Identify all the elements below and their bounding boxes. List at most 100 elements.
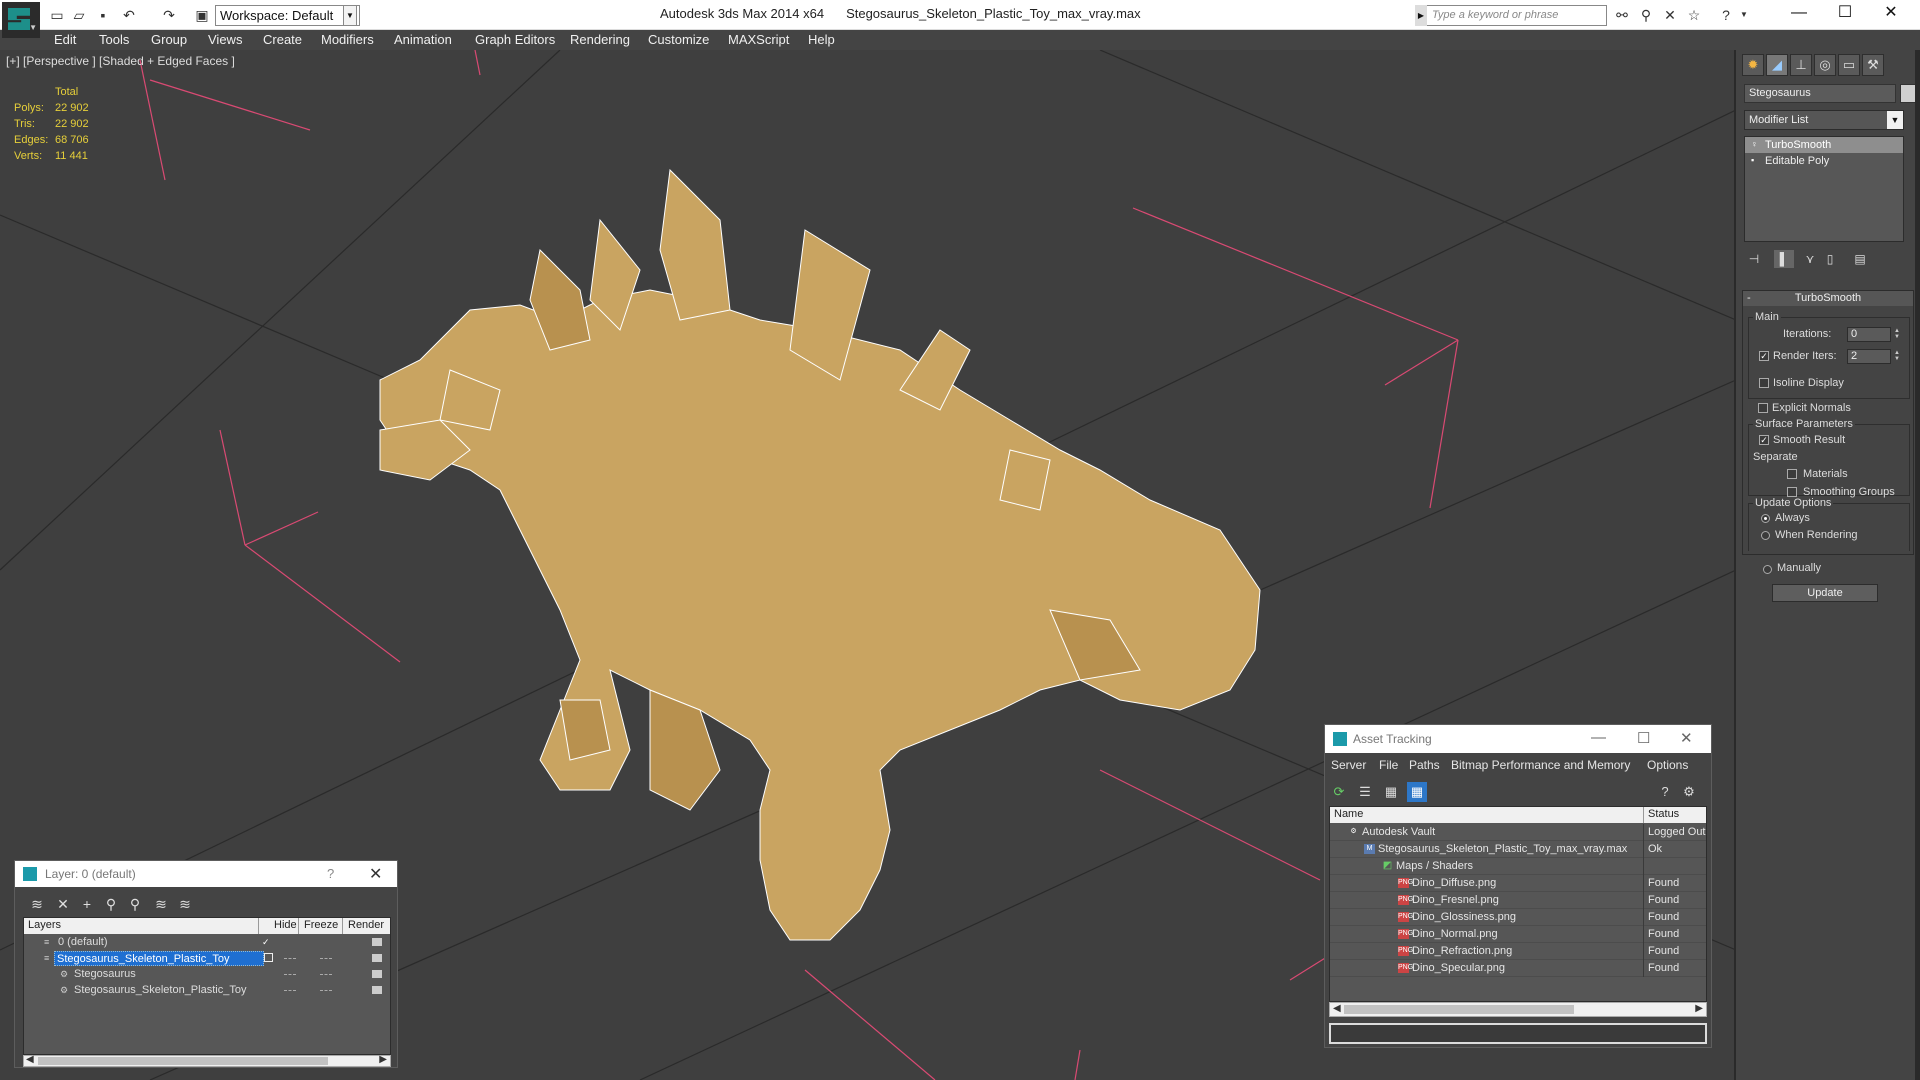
asset-row[interactable]: ◩ Maps / Shaders [1330,858,1706,875]
show-end-result-icon[interactable]: ▌ [1774,250,1794,268]
render-icon[interactable] [372,970,382,978]
favorites-icon[interactable]: ☆ [1684,6,1704,24]
app-logo-button[interactable]: ▼ [2,2,40,38]
asset-menu-paths[interactable]: Paths [1409,758,1440,772]
help-icon[interactable]: ? [1655,782,1675,802]
refresh-icon[interactable]: ⟳ [1329,782,1349,802]
asset-status-field[interactable] [1329,1023,1707,1044]
explicit-normals-checkbox[interactable] [1758,403,1768,413]
menu-create[interactable]: Create [263,32,302,47]
render-iters-checkbox[interactable]: ✓ [1759,351,1769,361]
stegosaurus-model[interactable] [379,168,1261,941]
close-button[interactable]: ✕ [1680,729,1693,747]
render-icon[interactable] [372,938,382,946]
scroll-left-icon[interactable]: ◀ [26,1054,34,1065]
table-view-icon[interactable]: ▦ [1407,782,1427,802]
open-file-icon[interactable]: ▱ [70,6,88,24]
hide-toggle[interactable] [284,974,296,975]
checkmark-icon[interactable]: ✓ [262,937,272,947]
column-name[interactable]: Name [1334,808,1363,820]
menu-help[interactable]: Help [808,32,835,47]
workspace-menu-button[interactable]: ▼ [343,5,357,26]
lightbulb-icon[interactable]: ♀ [1751,139,1761,149]
subscription-icon[interactable]: ⚲ [1636,6,1656,24]
layers-icon[interactable]: ≋ [27,894,47,914]
hierarchy-tab-icon[interactable]: ⊥ [1790,54,1812,76]
help-dropdown-icon[interactable]: ▼ [1734,6,1754,24]
select-objects-icon[interactable]: ⚲ [101,894,121,914]
maximize-button[interactable]: ☐ [1822,0,1868,28]
undo-icon[interactable]: ↶ [120,6,138,24]
save-icon[interactable]: ▪ [94,6,112,24]
redo-icon[interactable]: ↷ [160,6,178,24]
column-render[interactable]: Render [348,919,384,931]
menu-maxscript[interactable]: MAXScript [728,32,789,47]
always-radio[interactable] [1761,514,1770,523]
expand-icon[interactable]: ▪ [1751,155,1761,165]
menu-graph-editors[interactable]: Graph Editors [475,32,555,47]
modifier-list-dropdown[interactable]: Modifier List ▼ [1744,110,1904,130]
search-input[interactable]: Type a keyword or phrase [1415,5,1607,26]
communication-icon[interactable]: ✕ [1660,6,1680,24]
command-panel-scrollbar[interactable] [1915,50,1920,1080]
asset-row[interactable]: PNG Dino_Diffuse.png Found [1330,875,1706,892]
asset-row[interactable]: PNG Dino_Specular.png Found [1330,960,1706,977]
spinner-arrows-icon[interactable]: ▲ ▼ [1892,350,1902,363]
menu-animation[interactable]: Animation [394,32,452,47]
isoline-display-checkbox[interactable] [1759,378,1769,388]
render-icon[interactable] [372,986,382,994]
freeze-toggle[interactable] [320,958,332,959]
scroll-left-icon[interactable]: ◀ [1333,1003,1341,1014]
smoothing-groups-checkbox[interactable] [1787,487,1797,497]
configure-sets-icon[interactable]: ▤ [1850,250,1870,268]
delete-layer-icon[interactable]: ✕ [53,894,73,914]
freeze-all-icon[interactable]: ≋ [175,894,195,914]
asset-dialog-titlebar[interactable]: Asset Tracking — ☐ ✕ [1325,725,1711,753]
workspace-select[interactable]: Workspace: Default ▼ [215,5,360,26]
menu-group[interactable]: Group [151,32,187,47]
menu-tools[interactable]: Tools [99,32,129,47]
smooth-result-checkbox[interactable]: ✓ [1759,435,1769,445]
column-layers[interactable]: Layers [28,919,61,931]
asset-menu-options[interactable]: Options [1647,758,1688,772]
render-icon[interactable] [372,954,382,962]
freeze-toggle[interactable] [320,974,332,975]
layer-horizontal-scrollbar[interactable]: ◀ ▶ [23,1054,391,1067]
viewport-label[interactable]: [+] [Perspective ] [Shaded + Edged Faces… [6,54,235,68]
create-tab-icon[interactable]: ✹ [1742,54,1764,76]
modify-tab-icon[interactable]: ◢ [1766,54,1788,76]
object-name-field[interactable]: Stegosaurus [1744,84,1896,103]
list-view-icon[interactable]: ☰ [1355,782,1375,802]
column-freeze[interactable]: Freeze [304,919,338,931]
asset-row[interactable]: PNG Dino_Glossiness.png Found [1330,909,1706,926]
asset-row[interactable]: ⚙ Autodesk Vault Logged Out [1330,824,1706,841]
menu-views[interactable]: Views [208,32,242,47]
layer-dialog-titlebar[interactable]: Layer: 0 (default) ? ✕ [15,861,397,887]
asset-row[interactable]: PNG Dino_Normal.png Found [1330,926,1706,943]
update-button[interactable]: Update [1772,584,1878,602]
hide-toggle[interactable] [284,990,296,991]
help-icon[interactable]: ? [1716,6,1736,24]
settings-icon[interactable]: ⚙ [1679,782,1699,802]
thumbnail-view-icon[interactable]: ▦ [1381,782,1401,802]
project-folder-icon[interactable]: ▣ [193,6,211,24]
render-iters-spinner[interactable]: 2 ▲ ▼ [1847,349,1900,364]
column-status[interactable]: Status [1648,808,1679,820]
maximize-button[interactable]: ☐ [1637,729,1650,747]
asset-row[interactable]: PNG Dino_Fresnel.png Found [1330,892,1706,909]
scroll-right-icon[interactable]: ▶ [1695,1003,1703,1014]
menu-modifiers[interactable]: Modifiers [321,32,374,47]
materials-checkbox[interactable] [1787,469,1797,479]
asset-menu-server[interactable]: Server [1331,758,1366,772]
scroll-thumb[interactable] [1344,1005,1574,1014]
freeze-toggle[interactable] [320,990,332,991]
stack-item-turbosmooth[interactable]: ♀ TurboSmooth [1745,137,1903,153]
asset-horizontal-scrollbar[interactable]: ◀ ▶ [1329,1002,1707,1017]
layer-row[interactable]: ⚙ Stegosaurus_Skeleton_Plastic_Toy [24,983,390,999]
asset-row[interactable]: M Stegosaurus_Skeleton_Plastic_Toy_max_vr… [1330,841,1706,858]
menu-customize[interactable]: Customize [648,32,709,47]
column-hide[interactable]: Hide [274,919,297,931]
layer-row[interactable]: ≡ Stegosaurus_Skeleton_Plastic_Toy [24,951,390,967]
minimize-button[interactable]: — [1776,0,1822,28]
layer-row[interactable]: ≡ 0 (default) ✓ [24,935,390,951]
